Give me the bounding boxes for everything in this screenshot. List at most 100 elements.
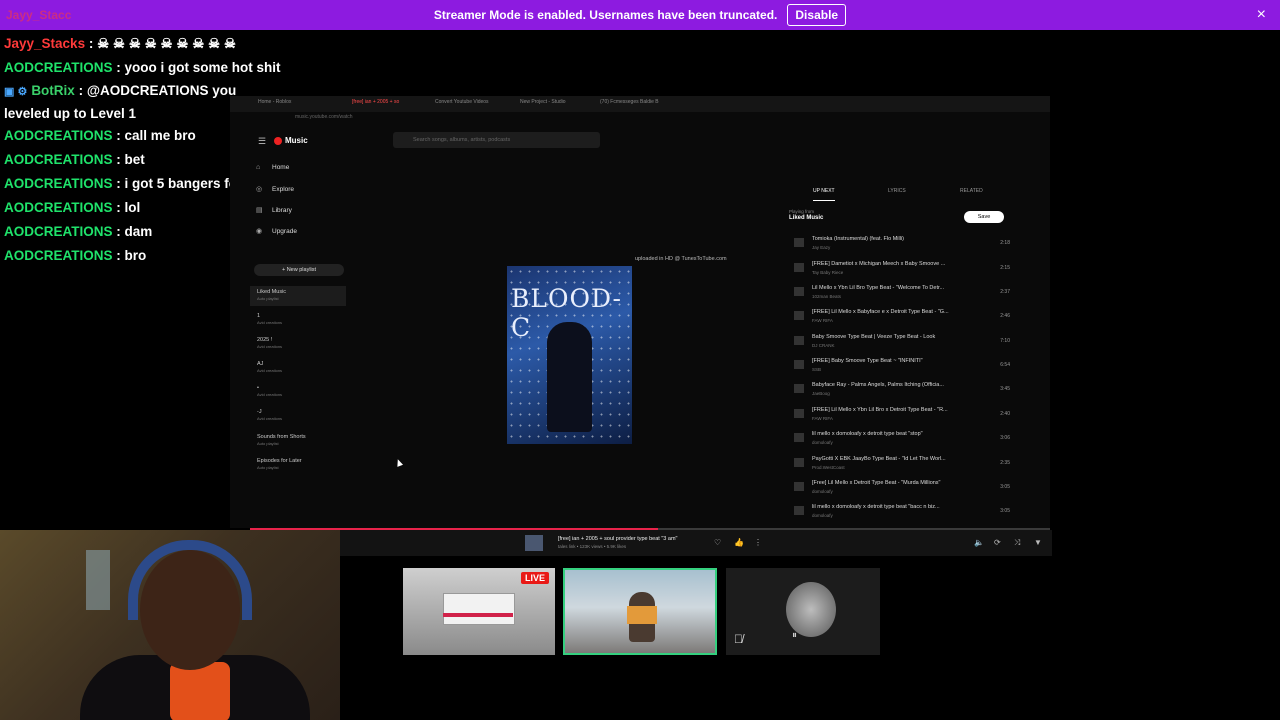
stream-tile-screen[interactable]: LIVE: [403, 568, 555, 655]
queue-thumbnail: [794, 409, 804, 418]
chat-username: Jayy_Stacks: [4, 36, 86, 51]
chat-text: call me bro: [124, 128, 196, 143]
queue-item[interactable]: [FREE] Dametiot x Michigan Meech x Baby …: [790, 261, 1010, 283]
webcam-shirt: [170, 662, 230, 720]
new-playlist-button[interactable]: + New playlist: [254, 264, 344, 276]
chat-username: BotRix: [31, 83, 75, 98]
captured-browser-window: Home - Roblox [free] ian + 2005 + so Con…: [230, 96, 1050, 528]
stream-tile-user[interactable]: 🎙̸ ⏸: [726, 568, 880, 655]
queue-item[interactable]: [FREE] Lil Mello x Babyface e x Detroit …: [790, 309, 1010, 331]
more-icon[interactable]: ⋮: [754, 538, 762, 547]
dislike-icon[interactable]: ♡: [714, 538, 721, 547]
album-art-title: BLOOD-C: [511, 284, 622, 342]
url-bar[interactable]: music.youtube.com/watch: [295, 114, 353, 120]
playlist-item[interactable]: 2025 ! Avid creations: [257, 337, 282, 349]
playlist-item[interactable]: Liked Music Auto playlist: [257, 289, 286, 301]
queue-item[interactable]: Baby Smoove Type Beat | Veeze Type Beat …: [790, 334, 1010, 356]
play-logo-icon: [274, 136, 282, 145]
close-icon[interactable]: ×: [1257, 6, 1266, 24]
pause-icon: ⏸: [792, 630, 797, 641]
home-icon: ⌂: [256, 164, 261, 171]
queue-thumbnail: [794, 287, 804, 296]
chat-text: lol: [124, 200, 141, 215]
shuffle-icon[interactable]: ⤨: [1014, 538, 1020, 548]
browser-tab-active[interactable]: [free] ian + 2005 + so: [352, 99, 399, 105]
queue-item[interactable]: [FREE] Lil Mello x Ybn Lil Bro x Detroit…: [790, 407, 1010, 429]
playlist-item[interactable]: • Avid creations: [257, 385, 282, 397]
queue-item[interactable]: Tomioka (Instrumental) (feat. Flo Milli)…: [790, 236, 1010, 258]
playlist-item[interactable]: -J Avid creations: [257, 409, 282, 421]
chat-message: AODCREATIONS : lol: [4, 200, 141, 215]
compass-icon: ◎: [256, 186, 263, 193]
queue-thumbnail: [794, 263, 804, 272]
chat-text: dam: [124, 224, 153, 239]
queue-thumbnail: [794, 311, 804, 320]
banner-username: Jayy_Stacc: [6, 8, 72, 22]
browser-tab[interactable]: Home - Roblox: [258, 99, 291, 105]
menu-icon[interactable]: ☰: [258, 136, 266, 147]
now-playing-title: [free] ian + 2005 + soul provider type b…: [558, 536, 678, 542]
nav-home[interactable]: ⌂ Home: [256, 164, 289, 171]
playlist-item[interactable]: AJ Avid creations: [257, 361, 282, 373]
chat-username: AODCREATIONS: [4, 248, 113, 263]
chat-overlay: Jayy_Stacks : ☠ ☠ ☠ ☠ ☠ ☠ ☠ ☠ ☠ AODCREAT…: [4, 32, 281, 268]
queue-thumbnail: [794, 482, 804, 491]
queue-item[interactable]: PayGotti X EBK JaayBo Type Beat - "Id Le…: [790, 456, 1010, 478]
search-input[interactable]: Search songs, albums, artists, podcasts: [393, 132, 600, 148]
chat-message: AODCREATIONS : i got 5 bangers for u: [4, 176, 255, 191]
tile-person-shirt: [627, 606, 657, 624]
volume-icon[interactable]: 🔈: [974, 538, 984, 547]
streamer-mode-banner: Jayy_Stacc Streamer Mode is enabled. Use…: [0, 0, 1280, 30]
webcam-feed: [0, 530, 340, 720]
queue-item[interactable]: lil mello x domoloafy x detroit type bea…: [790, 431, 1010, 453]
queue-thumbnail: [794, 506, 804, 515]
queue-thumbnail: [794, 384, 804, 393]
tab-related[interactable]: RELATED: [960, 188, 983, 194]
nav-upgrade[interactable]: ◉ Upgrade: [256, 227, 297, 235]
playing-from: Playing from Liked Music: [789, 209, 824, 221]
chat-text: yooo i got some hot shit: [124, 60, 281, 75]
playlist-item[interactable]: 1 Avid creations: [257, 313, 282, 325]
browser-tab[interactable]: (70) Fcmesseges Baldie B: [600, 99, 659, 105]
queue-item[interactable]: Babyface Ray - Palms Angels, Palms Itchi…: [790, 382, 1010, 404]
tab-up-next[interactable]: UP NEXT: [813, 188, 835, 201]
queue-thumbnail: [794, 433, 804, 442]
tile-avatar: [786, 582, 836, 637]
chat-username: AODCREATIONS: [4, 176, 113, 191]
youtube-music-logo[interactable]: Music: [274, 136, 308, 145]
repeat-icon[interactable]: ⟳: [994, 538, 1001, 547]
playlist-item[interactable]: Episodes for Later Auto playlist: [257, 458, 302, 470]
bot-badge-icon: ▣ ⚙: [4, 86, 28, 98]
chat-username: AODCREATIONS: [4, 60, 113, 75]
chat-username: AODCREATIONS: [4, 224, 113, 239]
chat-message: AODCREATIONS : yooo i got some hot shit: [4, 60, 281, 75]
banner-text: Streamer Mode is enabled. Usernames have…: [433, 8, 778, 22]
uploaded-caption: uploaded in HD @ TunesToTube.com: [635, 256, 727, 262]
nav-explore[interactable]: ◎ Explore: [256, 185, 294, 193]
mute-icon: 🎙̸: [734, 632, 743, 646]
expand-icon[interactable]: ▼: [1034, 538, 1042, 547]
queue-thumbnail: [794, 238, 804, 247]
save-button[interactable]: Save: [964, 211, 1004, 223]
like-icon[interactable]: 👍: [734, 538, 744, 547]
browser-tab[interactable]: New Project - Studio: [520, 99, 566, 105]
chat-message: ▣ ⚙ BotRix : @AODCREATIONS you leveled up…: [4, 83, 237, 121]
browser-tab[interactable]: Convert Youtube Videos: [435, 99, 489, 105]
queue-thumbnail: [794, 458, 804, 467]
player-bar: [free] ian + 2005 + soul provider type b…: [340, 530, 1052, 556]
chat-message: Jayy_Stacks : ☠ ☠ ☠ ☠ ☠ ☠ ☠ ☠ ☠: [4, 36, 237, 51]
queue-thumbnail: [794, 336, 804, 345]
chat-text: bro: [124, 248, 147, 263]
stream-tile-selected[interactable]: [563, 568, 717, 655]
disable-button[interactable]: Disable: [787, 4, 847, 26]
queue-item[interactable]: [FREE] Baby Smoove Type Beat ~ "INFINITI…: [790, 358, 1010, 380]
chat-username: AODCREATIONS: [4, 200, 113, 215]
queue-item[interactable]: [Free] Lil Mello x Detroit Type Beat - "…: [790, 480, 1010, 502]
queue-item[interactable]: Lil Mello x Ybn Lil Bro Type Beat - "Wel…: [790, 285, 1010, 307]
queue-item[interactable]: lil mello x domoloafy x detroit type bea…: [790, 504, 1010, 526]
tab-lyrics[interactable]: LYRICS: [888, 188, 906, 194]
tile-screen-bar: [443, 613, 513, 617]
nav-library[interactable]: ▤ Library: [256, 206, 292, 214]
chat-username: AODCREATIONS: [4, 128, 113, 143]
playlist-item[interactable]: Sounds from Shorts Auto playlist: [257, 434, 306, 446]
